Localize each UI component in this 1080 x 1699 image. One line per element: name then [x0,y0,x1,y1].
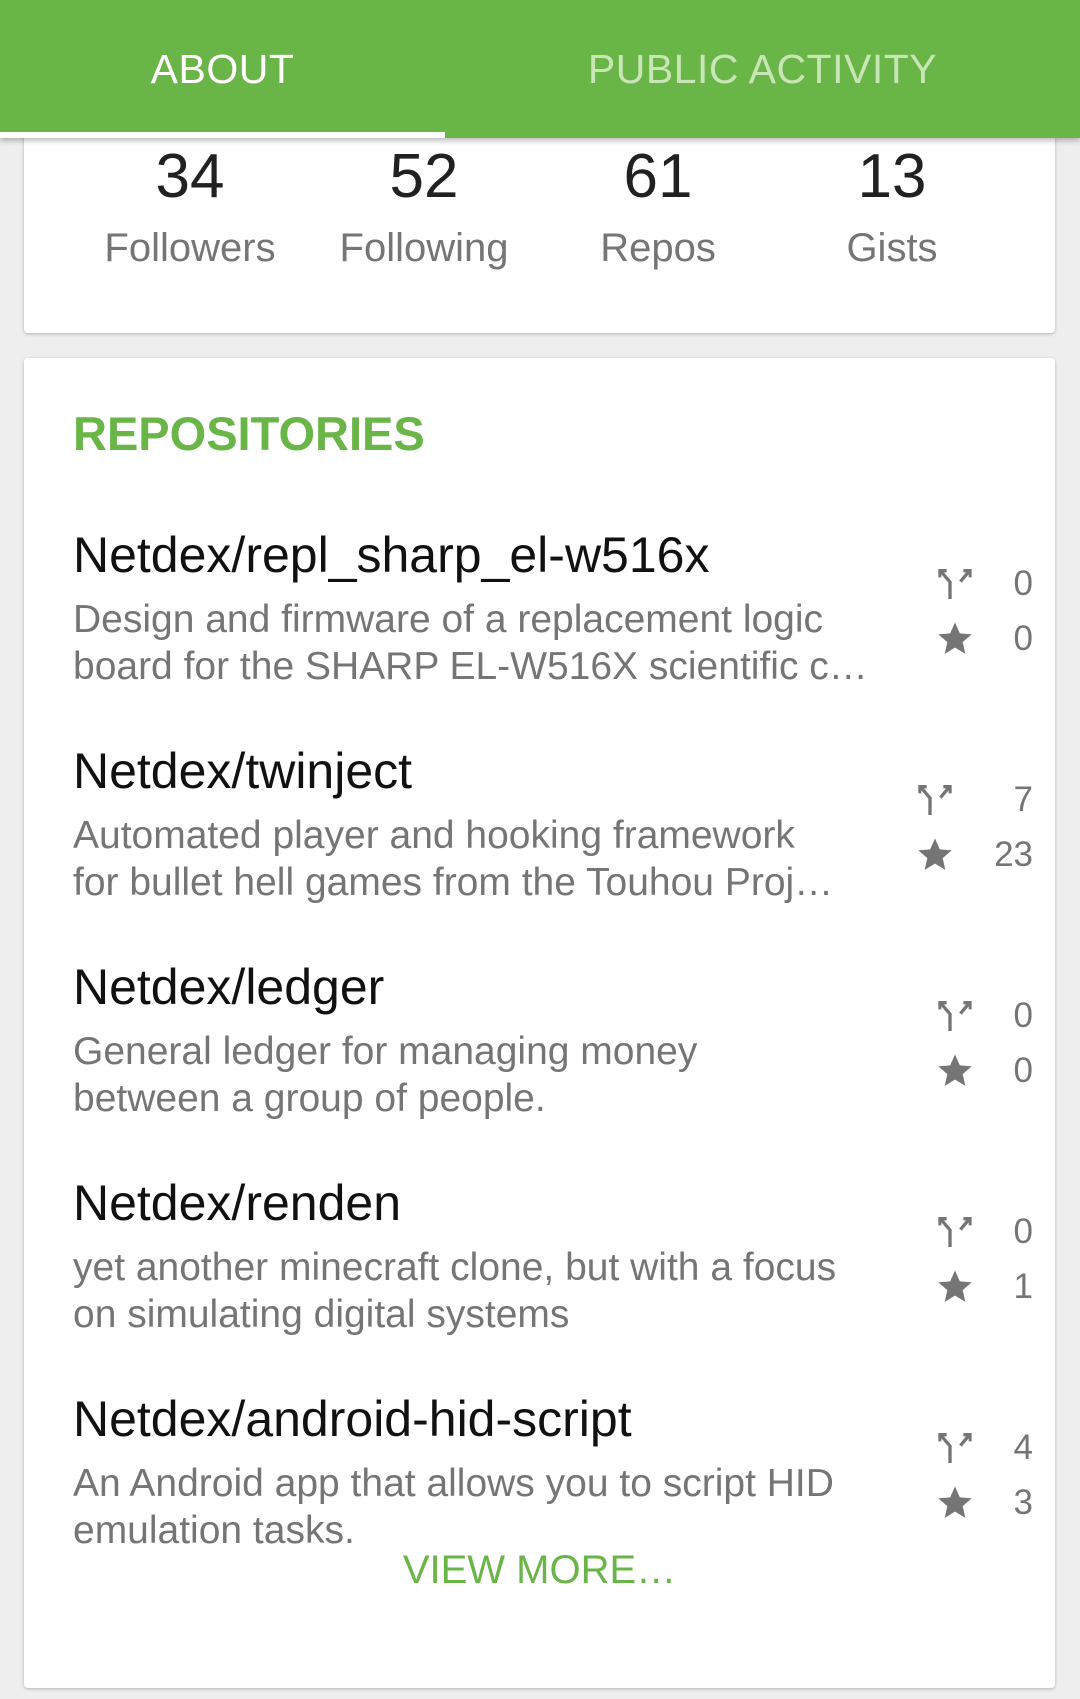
repo-description: General ledger for managing money betwee… [73,1030,698,1120]
star-icon [938,1486,972,1518]
stat-value: 13 [857,142,927,211]
stat-label: Gists [846,226,938,270]
repo-description: An Android app that allows you to script… [73,1462,834,1552]
fork-icon [938,569,972,599]
star-count: 1 [935,1265,1033,1309]
fork-icon [938,1433,972,1463]
stat-value: 52 [389,142,459,211]
repo-description: Design and firmware of a replacement log… [73,598,868,688]
view-more-button[interactable]: VIEW MORE… [24,1548,1055,1593]
stat-repos[interactable]: 61 Repos [541,146,775,271]
stat-label: Followers [104,226,276,270]
tab-bar: ABOUT PUBLIC ACTIVITY [0,0,1080,138]
stats-card: 34 Followers 52 Following 61 Repos 13 Gi… [24,120,1055,333]
tab-public-activity[interactable]: PUBLIC ACTIVITY [500,0,1025,138]
fork-count: 7 [915,778,1033,822]
repo-item[interactable]: Netdex/repl_sharp_el-w516x Design and fi… [73,528,1033,718]
repo-item[interactable]: Netdex/ledger General ledger for managin… [73,960,1033,1150]
fork-count: 0 [935,1210,1033,1254]
fork-count: 0 [935,994,1033,1038]
repo-name: Netdex/repl_sharp_el-w516x [73,527,710,583]
tab-about[interactable]: ABOUT [0,0,445,138]
fork-icon [938,1001,972,1031]
repo-description: yet another minecraft clone, but with a … [73,1246,837,1336]
stat-gists[interactable]: 13 Gists [775,146,1009,271]
repo-name: Netdex/ledger [73,959,385,1015]
section-title: REPOSITORIES [73,407,425,460]
stat-value: 61 [623,142,693,211]
stat-label: Following [339,226,509,270]
stat-following[interactable]: 52 Following [307,146,541,271]
repo-name: Netdex/renden [73,1175,402,1231]
repositories-card: REPOSITORIES Netdex/repl_sharp_el-w516x … [24,358,1055,1688]
repo-name: Netdex/android-hid-script [73,1391,632,1447]
stat-followers[interactable]: 34 Followers [73,146,307,271]
stat-label: Repos [600,226,716,270]
star-icon [918,838,952,870]
repo-item[interactable]: Netdex/twinject Automated player and hoo… [73,744,1033,934]
star-count: 23 [915,833,1033,877]
star-count: 0 [935,617,1033,661]
stat-value: 34 [155,142,225,211]
fork-count: 0 [935,562,1033,606]
fork-count: 4 [935,1426,1033,1470]
star-count: 3 [935,1481,1033,1525]
repo-item[interactable]: Netdex/renden yet another minecraft clon… [73,1176,1033,1366]
star-icon [938,1054,972,1086]
fork-icon [938,1217,972,1247]
repo-description: Automated player and hooking framework f… [73,814,834,904]
star-icon [938,1270,972,1302]
repo-name: Netdex/twinject [73,743,413,799]
star-count: 0 [935,1049,1033,1093]
star-icon [938,622,972,654]
fork-icon [918,785,952,815]
tab-indicator [0,132,445,138]
